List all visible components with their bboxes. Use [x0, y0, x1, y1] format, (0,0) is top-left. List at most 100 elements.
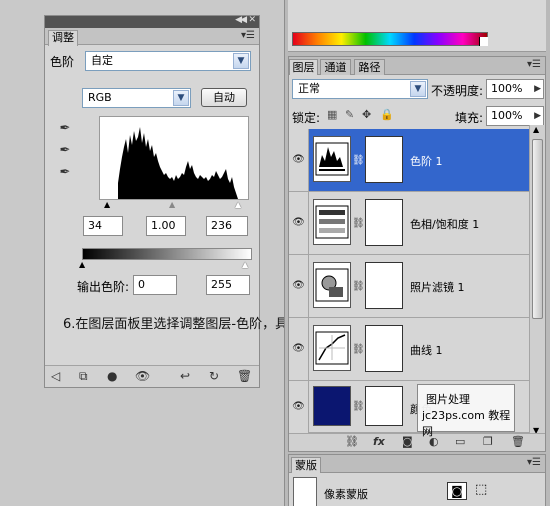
lock-transparent-icon[interactable]: ▦ — [327, 108, 337, 121]
blend-mode-value: 正常 — [298, 82, 320, 95]
layer-mask-thumb[interactable] — [365, 262, 403, 309]
output-white-handle[interactable]: ▲ — [242, 260, 248, 269]
input-black-field[interactable]: 34 — [83, 216, 123, 236]
eye-icon[interactable]: 👁 — [289, 318, 309, 380]
panel-menu-icon[interactable]: ▾☰ — [241, 30, 255, 41]
tab-layers[interactable]: 图层 — [289, 59, 318, 75]
tab-adjustments[interactable]: 调整 — [48, 30, 78, 46]
eye-icon[interactable]: 👁 — [289, 129, 309, 191]
blend-mode-select[interactable]: 正常 ▼ — [292, 79, 428, 99]
fill-field[interactable]: 100% ▶ — [486, 106, 544, 126]
lock-icon[interactable]: 🔒 — [380, 108, 394, 121]
pixel-mask-icon[interactable]: ◙ — [447, 482, 467, 500]
layer-mask-thumb[interactable] — [365, 199, 403, 246]
gamma-handle[interactable]: ▲ — [169, 200, 175, 209]
scroll-up-icon[interactable]: ▲ — [533, 125, 539, 134]
hue-saturation-thumb — [313, 199, 351, 245]
eye-icon[interactable]: 👁 — [289, 192, 309, 254]
channel-select[interactable]: RGB ▼ — [82, 88, 191, 108]
output-black-field[interactable]: 0 — [133, 275, 177, 295]
fill-label: 填充: — [455, 111, 484, 125]
layer-name[interactable]: 曲线 1 — [410, 342, 443, 358]
panel-titlebar: ◀◀ ✕ — [45, 15, 259, 28]
expand-view-icon[interactable]: ⧉ — [79, 369, 88, 384]
chain-icon[interactable]: ⛓ — [352, 218, 365, 229]
tab-masks[interactable]: 蒙版 — [291, 457, 321, 473]
output-gradient — [82, 248, 252, 260]
trash-icon[interactable]: 🗑 — [237, 369, 252, 383]
layer-name[interactable]: 色相/饱和度 1 — [410, 216, 479, 232]
panel-menu-icon[interactable]: ▾☰ — [527, 59, 541, 70]
masks-panel: 蒙版 ▾☰ 像素蒙版 ◙ ⬚ — [288, 454, 546, 506]
preset-value: 自定 — [91, 54, 113, 67]
chain-icon[interactable]: ⛓ — [352, 281, 365, 292]
layer-mask-thumb[interactable] — [365, 136, 403, 183]
levels-label: 色阶 — [50, 55, 75, 69]
input-levels-slider[interactable]: ▲ ▲ ▲ — [99, 200, 249, 210]
layer-mask-thumb[interactable] — [365, 386, 403, 426]
layer-mask-thumb[interactable] — [365, 325, 403, 372]
color-fill-thumb — [313, 386, 351, 426]
black-eyedropper-icon[interactable]: ✒ — [57, 121, 73, 139]
gray-eyedropper-icon[interactable]: ✒ — [57, 143, 73, 161]
chain-icon[interactable]: ⛓ — [352, 401, 365, 412]
chevron-down-icon: ▼ — [233, 53, 249, 69]
levels-adjustment-thumb — [313, 136, 351, 182]
layer-row-curves[interactable]: 👁 ⛓ 曲线 1 — [289, 318, 545, 381]
lock-pixels-icon[interactable]: ✎ — [345, 108, 354, 121]
photo-filter-thumb — [313, 262, 351, 308]
layer-name[interactable]: 色阶 1 — [410, 153, 443, 169]
input-white-field[interactable]: 236 — [206, 216, 248, 236]
curves-icon — [315, 331, 349, 365]
white-point-handle[interactable]: ▲ — [235, 200, 241, 209]
chevron-right-icon: ▶ — [534, 84, 541, 94]
auto-button[interactable]: 自动 — [201, 88, 247, 107]
black-point-handle[interactable]: ▲ — [104, 200, 110, 209]
layer-row-photo-filter[interactable]: 👁 ⛓ 照片滤镜 1 — [289, 255, 545, 318]
eye-icon[interactable]: 👁 — [135, 369, 150, 383]
fx-icon[interactable]: fx — [373, 435, 385, 448]
adjustments-tabrow: 调整 ▾☰ — [45, 28, 259, 46]
lock-position-icon[interactable]: ✥ — [362, 108, 371, 121]
eye-icon[interactable]: 👁 — [289, 255, 309, 317]
layers-scrollbar[interactable]: ▲ ▼ — [529, 125, 545, 435]
output-levels-label: 输出色阶: — [77, 280, 130, 294]
opacity-label: 不透明度: — [431, 84, 484, 98]
chain-icon[interactable]: ⛓ — [352, 344, 365, 355]
scrollbar-thumb[interactable] — [532, 139, 543, 319]
input-gamma-field[interactable]: 1.00 — [146, 216, 186, 236]
channel-value: RGB — [88, 91, 112, 104]
output-white-field[interactable]: 255 — [206, 275, 250, 295]
layer-row-levels[interactable]: 👁 ⛓ 色阶 1 — [289, 129, 545, 192]
view-previous-icon[interactable]: ↩ — [180, 369, 190, 383]
collapse-icon[interactable]: ◀◀ — [235, 15, 247, 25]
preset-select[interactable]: 自定 ▼ — [85, 51, 251, 71]
color-spectrum[interactable] — [292, 32, 488, 46]
back-arrow-icon[interactable]: ◁ — [51, 369, 60, 383]
add-mask-icon[interactable]: ◙ — [402, 435, 413, 448]
chevron-right-icon: ▶ — [534, 111, 541, 121]
layer-name[interactable]: 照片滤镜 1 — [410, 279, 465, 295]
white-eyedropper-icon[interactable]: ✒ — [57, 165, 73, 183]
watermark: 图片处理 jc23ps.com 教程网 — [417, 384, 515, 438]
link-layers-icon[interactable]: ⛓ — [345, 435, 359, 448]
output-black-handle[interactable]: ▲ — [79, 260, 85, 269]
hue-saturation-icon — [315, 205, 349, 239]
opacity-field[interactable]: 100% ▶ — [486, 79, 544, 99]
chain-icon[interactable]: ⛓ — [352, 155, 365, 166]
adjustments-toolbar: ◁ ⧉ ● 👁 ↩ ↻ 🗑 — [45, 365, 259, 387]
clip-layer-icon[interactable]: ● — [107, 369, 117, 383]
panel-menu-icon[interactable]: ▾☰ — [527, 457, 541, 468]
opacity-value: 100% — [491, 82, 523, 95]
vector-mask-icon[interactable]: ⬚ — [475, 482, 487, 497]
mask-preview-thumb — [293, 477, 317, 506]
lock-label: 锁定: — [292, 111, 321, 125]
layer-row-hue-saturation[interactable]: 👁 ⛓ 色相/饱和度 1 — [289, 192, 545, 255]
close-icon[interactable]: ✕ — [248, 15, 256, 25]
eye-icon[interactable]: 👁 — [289, 381, 309, 433]
masks-tabrow: 蒙版 ▾☰ — [289, 455, 545, 473]
tab-paths[interactable]: 路径 — [354, 59, 385, 75]
histogram — [99, 116, 249, 200]
tab-channels[interactable]: 通道 — [320, 59, 351, 75]
reset-icon[interactable]: ↻ — [209, 369, 219, 383]
